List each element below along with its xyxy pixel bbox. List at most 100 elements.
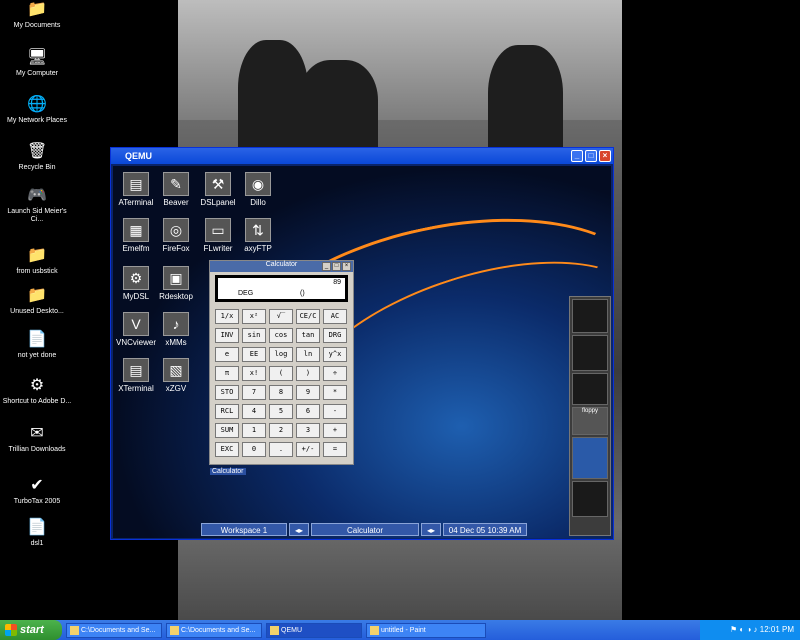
calc-key[interactable]: tan xyxy=(296,328,320,343)
dsl-file-icon: 📄 xyxy=(27,519,47,536)
taskbar-item[interactable]: C:\Documents and Se... xyxy=(166,622,262,638)
minimize-icon[interactable]: _ xyxy=(322,262,331,271)
desktop-icon[interactable]: ✉ Trillian Downloads xyxy=(2,424,72,454)
dock-cpu-graph[interactable] xyxy=(572,335,608,371)
arrows-icon[interactable]: ◂▸ xyxy=(421,523,441,536)
guest-icon-xterminal[interactable]: ▤ XTerminal xyxy=(115,358,157,393)
calc-key[interactable]: 0 xyxy=(242,442,266,457)
calc-key[interactable]: sin xyxy=(242,328,266,343)
start-label: start xyxy=(20,624,44,636)
calc-key[interactable]: EE xyxy=(242,347,266,362)
calc-key[interactable]: x! xyxy=(242,366,266,381)
calc-key[interactable]: 9 xyxy=(296,385,320,400)
calc-key[interactable]: 8 xyxy=(269,385,293,400)
desktop-icon[interactable]: 📁 from usbstick xyxy=(2,246,72,276)
calc-key[interactable]: - xyxy=(323,404,347,419)
desktop-icon[interactable]: ⚙ Shortcut to Adobe D... xyxy=(2,376,72,406)
calc-key[interactable]: e xyxy=(215,347,239,362)
close-icon[interactable]: × xyxy=(599,150,611,162)
desktop-icon[interactable]: 📄 not yet done xyxy=(2,330,72,360)
calc-key[interactable]: 7 xyxy=(242,385,266,400)
calc-key[interactable]: 4 xyxy=(242,404,266,419)
close-icon[interactable]: × xyxy=(342,262,351,271)
guest-icon-xmms[interactable]: ♪ xMMs xyxy=(155,312,197,347)
desktop-icon[interactable]: 📄 dsl1 xyxy=(2,518,72,548)
workspace-button[interactable]: Workspace 1 xyxy=(201,523,287,536)
calc-key[interactable]: = xyxy=(323,442,347,457)
guest-icon-label: xZGV xyxy=(165,384,187,393)
minimize-icon[interactable]: _ xyxy=(571,150,583,162)
maximize-icon[interactable]: □ xyxy=(332,262,341,271)
calculator-title-bar[interactable]: Calculator _ □ × xyxy=(210,261,353,272)
desktop-icon[interactable]: ✔ TurboTax 2005 xyxy=(2,476,72,506)
calc-key[interactable]: ) xyxy=(296,366,320,381)
calc-key[interactable]: +/- xyxy=(296,442,320,457)
dock-monitor[interactable] xyxy=(572,299,608,333)
calculator-window[interactable]: Calculator _ □ × 89 DEG () 1/x x² √‾ CE/C AC… xyxy=(209,260,354,465)
guest-icon-xzgv[interactable]: ▧ xZGV xyxy=(155,358,197,393)
desktop-icon[interactable]: 🖥 My Computer xyxy=(2,48,72,78)
start-button[interactable]: start xyxy=(0,620,62,640)
guest-icon-emelfm[interactable]: ▦ Emelfm xyxy=(115,218,157,253)
calc-key[interactable]: RCL xyxy=(215,404,239,419)
qemu-window[interactable]: QEMU _ □ × ▤ ATerminal ✎ Beaver ⚒ DSLpanel ◉ Di… xyxy=(110,147,614,540)
calc-key[interactable]: EXC xyxy=(215,442,239,457)
guest-icon-dslpanel[interactable]: ⚒ DSLpanel xyxy=(197,172,239,207)
calc-key[interactable]: 6 xyxy=(296,404,320,419)
task-button[interactable]: Calculator xyxy=(311,523,419,536)
guest-icon-beaver[interactable]: ✎ Beaver xyxy=(155,172,197,207)
desktop-icon[interactable]: 📁 My Documents xyxy=(2,0,72,30)
calc-key[interactable]: 5 xyxy=(269,404,293,419)
dock-clock[interactable] xyxy=(572,481,608,517)
desktop-icon-label: not yet done xyxy=(17,352,57,359)
qemu-title-bar[interactable]: QEMU _ □ × xyxy=(111,148,613,164)
calc-key[interactable]: 1/x xyxy=(215,309,239,324)
tray-icons[interactable]: ⚑ ◐ ◑ ♪ xyxy=(730,625,760,634)
calc-key[interactable]: . xyxy=(269,442,293,457)
guest-icon-dillo[interactable]: ◉ Dillo xyxy=(237,172,279,207)
calc-key[interactable]: x² xyxy=(242,309,266,324)
calc-key[interactable]: √‾ xyxy=(269,309,293,324)
dock-floppy[interactable]: floppy xyxy=(572,407,608,435)
desktop-icon[interactable]: 🎮 Launch Sid Meier's Ci... xyxy=(2,186,72,224)
guest-icon-firefox[interactable]: ◎ FireFox xyxy=(155,218,197,253)
calc-key[interactable]: CE/C xyxy=(296,309,320,324)
calc-key[interactable]: 2 xyxy=(269,423,293,438)
desktop-icon[interactable]: 🌐 My Network Places xyxy=(2,95,72,125)
calc-key[interactable]: DRG xyxy=(323,328,347,343)
dock-pager[interactable] xyxy=(572,437,608,479)
calc-key[interactable]: y^x xyxy=(323,347,347,362)
taskbar: start C:\Documents and Se... C:\Documents… xyxy=(0,620,800,640)
calc-key[interactable]: 3 xyxy=(296,423,320,438)
calc-key[interactable]: 1 xyxy=(242,423,266,438)
guest-icon-axyftp[interactable]: ⇅ axyFTP xyxy=(237,218,279,253)
desktop-icon[interactable]: 📁 Unused Deskto... xyxy=(2,286,72,316)
calculator-desktop-label[interactable]: Calculator xyxy=(210,468,246,475)
calc-key[interactable]: * xyxy=(323,385,347,400)
arrows-icon[interactable]: ◂▸ xyxy=(289,523,309,536)
calc-key[interactable]: INV xyxy=(215,328,239,343)
calc-key[interactable]: + xyxy=(323,423,347,438)
guest-icon-rdesktop[interactable]: ▣ Rdesktop xyxy=(155,266,197,301)
guest-icon-aterminal[interactable]: ▤ ATerminal xyxy=(115,172,157,207)
flwriter-icon: ▭ xyxy=(205,218,231,242)
calc-key[interactable]: ÷ xyxy=(323,366,347,381)
guest-icon-flwriter[interactable]: ▭ FLwriter xyxy=(197,218,239,253)
taskbar-item[interactable]: C:\Documents and Se... xyxy=(66,622,162,638)
guest-icon-vncviewer[interactable]: V VNCviewer xyxy=(115,312,157,347)
guest-icon-mydsl[interactable]: ⚙ MyDSL xyxy=(115,266,157,301)
desktop-icon[interactable]: 🗑 Recycle Bin xyxy=(2,142,72,172)
calc-key[interactable]: cos xyxy=(269,328,293,343)
calc-key[interactable]: AC xyxy=(323,309,347,324)
calc-key[interactable]: π xyxy=(215,366,239,381)
taskbar-item[interactable]: untitled - Paint xyxy=(366,622,486,638)
calc-key[interactable]: ( xyxy=(269,366,293,381)
dock-mem-stats[interactable] xyxy=(572,373,608,405)
calc-key[interactable]: STO xyxy=(215,385,239,400)
maximize-icon[interactable]: □ xyxy=(585,150,597,162)
calc-key[interactable]: ln xyxy=(296,347,320,362)
taskbar-item[interactable]: QEMU xyxy=(266,622,362,638)
folder-icon: 📁 xyxy=(27,287,47,304)
calc-key[interactable]: SUM xyxy=(215,423,239,438)
calc-key[interactable]: log xyxy=(269,347,293,362)
